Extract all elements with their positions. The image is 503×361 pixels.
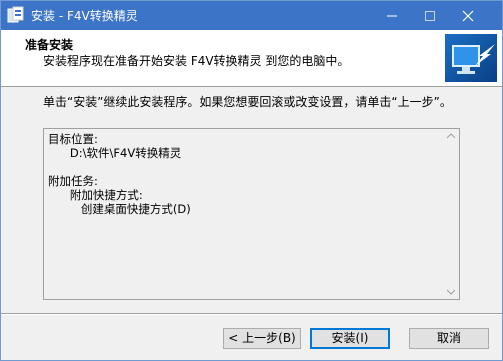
memo-line: D:\软件\F4V转换精灵: [48, 146, 182, 160]
page-subtitle: 安装程序现在准备开始安装 F4V转换精灵 到您的电脑中。: [43, 54, 350, 68]
memo-content: 目标位置: D:\软件\F4V转换精灵 附加任务: 附加快捷方式: 创建桌面快捷…: [48, 132, 191, 216]
computer-monitor-arrow-icon: [445, 34, 497, 82]
memo-line: 附加快捷方式:: [48, 188, 143, 202]
cancel-button[interactable]: 取消: [409, 328, 489, 349]
title-bar[interactable]: 安装 - F4V转换精灵: [1, 1, 502, 30]
scroll-up-icon: [447, 133, 455, 139]
window-title: 安装 - F4V转换精灵: [31, 9, 138, 23]
wizard-header: 准备安装 安装程序现在准备开始安装 F4V转换精灵 到您的电脑中。: [1, 30, 502, 87]
close-icon: [462, 10, 474, 22]
installer-window: 安装 - F4V转换精灵 准备安装 安装程序现在准备开始安装 F4V转换精灵 到…: [0, 0, 503, 361]
memo-line: 附加任务:: [48, 174, 98, 188]
footer-divider-highlight: [1, 314, 502, 315]
memo-line: 创建桌面快捷方式(D): [48, 202, 191, 216]
maximize-button[interactable]: [413, 1, 447, 30]
ready-memo[interactable]: 目标位置: D:\软件\F4V转换精灵 附加任务: 附加快捷方式: 创建桌面快捷…: [43, 128, 460, 300]
install-button[interactable]: 安装(I): [310, 328, 390, 349]
minimize-icon: [387, 15, 397, 17]
maximize-icon: [425, 11, 435, 21]
minimize-button[interactable]: [375, 1, 409, 30]
close-button[interactable]: [451, 1, 485, 30]
back-button[interactable]: < 上一步(B): [223, 328, 301, 349]
memo-scrollbar[interactable]: [443, 129, 459, 299]
scroll-down-icon: [447, 289, 455, 295]
page-title: 准备安装: [25, 38, 74, 52]
installer-app-icon: [7, 6, 25, 24]
memo-line: 目标位置:: [48, 132, 98, 146]
instructions-text: 单击“安装”继续此安装程序。如果您想要回滚或改变设置，请单击“上一步”。: [43, 95, 452, 109]
memo-line: [48, 160, 191, 174]
